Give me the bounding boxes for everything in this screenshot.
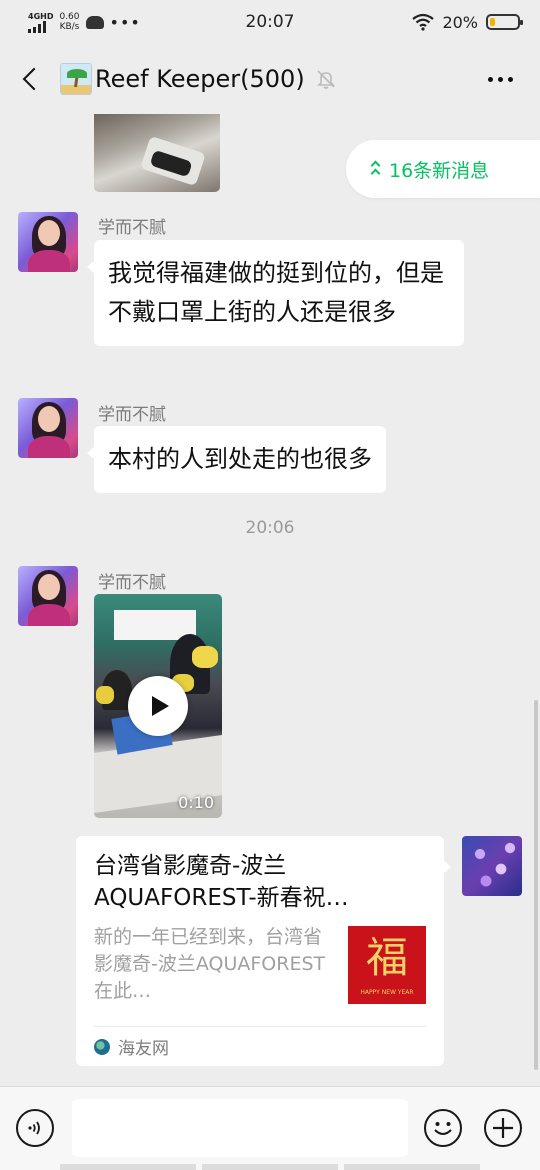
more-functions-button[interactable] bbox=[484, 1109, 522, 1147]
back-button[interactable] bbox=[0, 44, 60, 114]
message-bubble[interactable]: 我觉得福建做的挺到位的，但是不戴口罩上街的人还是很多 bbox=[87, 240, 464, 346]
network-speed: 0.60 KB/s bbox=[59, 12, 80, 32]
chat-messages[interactable]: 16条新消息 学而不腻 我觉得福建做的挺到位的，但是不戴口罩上街的人还是很多 学… bbox=[0, 114, 540, 1086]
signal-icon bbox=[28, 20, 53, 33]
video-message[interactable]: 0:10 bbox=[94, 594, 222, 818]
message-input[interactable] bbox=[72, 1099, 408, 1157]
voice-icon bbox=[28, 1121, 40, 1135]
emoji-button[interactable] bbox=[424, 1109, 462, 1147]
sender-avatar[interactable] bbox=[18, 398, 78, 458]
cloud-icon bbox=[85, 15, 104, 29]
network-type: 4GHD bbox=[28, 11, 54, 21]
scrollbar[interactable] bbox=[534, 700, 538, 1070]
plus-icon bbox=[493, 1118, 513, 1138]
video-duration: 0:10 bbox=[178, 793, 214, 812]
more-notifications-icon: ••• bbox=[109, 12, 141, 32]
time-divider: 20:06 bbox=[245, 518, 295, 538]
link-card-message[interactable]: 台湾省影魔奇-波兰AQUAFOREST-新春祝… 新的一年已经到来，台湾省影魔奇… bbox=[76, 836, 451, 1066]
status-bar: 4GHD 0.60 KB/s ••• 20:07 20% bbox=[0, 0, 540, 44]
muted-bell-icon bbox=[316, 70, 335, 89]
link-card-title: 台湾省影魔奇-波兰AQUAFOREST-新春祝… bbox=[94, 853, 349, 911]
smiley-icon bbox=[434, 1122, 452, 1135]
image-message-partial[interactable] bbox=[94, 114, 220, 192]
double-chevron-up-icon bbox=[370, 160, 381, 178]
more-options-button[interactable] bbox=[460, 44, 540, 114]
network-indicator: 4GHD bbox=[28, 12, 53, 33]
sender-avatar[interactable] bbox=[18, 566, 78, 626]
input-bar bbox=[0, 1086, 540, 1170]
sender-name: 学而不腻 bbox=[98, 573, 166, 593]
link-card-footer: 海友网 bbox=[94, 1026, 426, 1066]
new-messages-pill[interactable]: 16条新消息 bbox=[346, 140, 540, 198]
voice-input-button[interactable] bbox=[16, 1109, 54, 1147]
palm-island-icon bbox=[60, 63, 92, 95]
sender-avatar[interactable] bbox=[18, 212, 78, 272]
chat-title[interactable]: Reef Keeper(500) bbox=[95, 65, 305, 93]
battery-level-fill bbox=[490, 18, 496, 26]
link-card-thumbnail: 福 HAPPY NEW YEAR bbox=[348, 926, 426, 1004]
message-bubble[interactable]: 本村的人到处走的也很多 bbox=[87, 426, 386, 493]
my-avatar[interactable] bbox=[462, 836, 522, 896]
play-icon[interactable] bbox=[128, 676, 188, 736]
battery-percent: 20% bbox=[442, 12, 478, 32]
link-card-source: 海友网 bbox=[118, 1039, 169, 1059]
thumbnail-caption: HAPPY NEW YEAR bbox=[360, 989, 414, 996]
battery-icon bbox=[486, 14, 523, 30]
sender-name: 学而不腻 bbox=[98, 218, 166, 238]
link-card-description: 新的一年已经到来，台湾省影魔奇-波兰AQUAFOREST在此… bbox=[94, 926, 326, 1002]
source-logo-icon bbox=[94, 1038, 110, 1055]
sender-name: 学而不腻 bbox=[98, 405, 166, 425]
new-messages-label: 16条新消息 bbox=[389, 159, 490, 182]
chat-header: Reef Keeper(500) bbox=[0, 44, 540, 114]
wifi-icon bbox=[412, 13, 435, 31]
fu-character: 福 bbox=[365, 933, 408, 982]
bottom-divider bbox=[0, 1164, 540, 1170]
back-arrow-icon bbox=[22, 67, 46, 91]
